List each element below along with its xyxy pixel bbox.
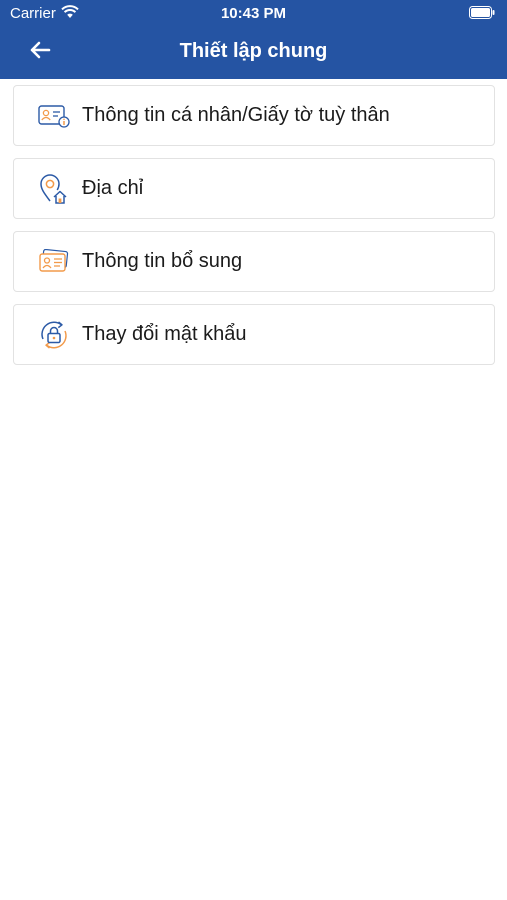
menu-item-label: Thông tin bổ sung bbox=[82, 250, 243, 272]
id-card-icon bbox=[37, 99, 71, 133]
menu-item-label: Thay đổi mật khẩu bbox=[82, 323, 247, 345]
page-title: Thiết lập chung bbox=[179, 40, 328, 62]
settings-list: Thông tin cá nhân/Giấy tờ tuỳ thân Địa c… bbox=[13, 85, 495, 377]
menu-item-additional-info[interactable]: Thông tin bổ sung bbox=[13, 231, 495, 292]
location-home-icon bbox=[37, 172, 71, 206]
menu-item-change-password[interactable]: Thay đổi mật khẩu bbox=[13, 304, 495, 365]
app-header: Carrier 10:43 PM Thiết lập chung bbox=[0, 0, 507, 79]
menu-item-label: Địa chỉ bbox=[82, 177, 144, 199]
menu-item-label: Thông tin cá nhân/Giấy tờ tuỳ thân bbox=[82, 104, 390, 126]
profile-cards-icon bbox=[37, 245, 71, 279]
status-bar: Carrier 10:43 PM bbox=[0, 0, 507, 28]
status-time: 10:43 PM bbox=[220, 5, 287, 22]
menu-item-personal-info[interactable]: Thông tin cá nhân/Giấy tờ tuỳ thân bbox=[13, 85, 495, 146]
battery-icon bbox=[469, 6, 495, 24]
menu-item-address[interactable]: Địa chỉ bbox=[13, 158, 495, 219]
lock-refresh-icon bbox=[37, 318, 71, 352]
